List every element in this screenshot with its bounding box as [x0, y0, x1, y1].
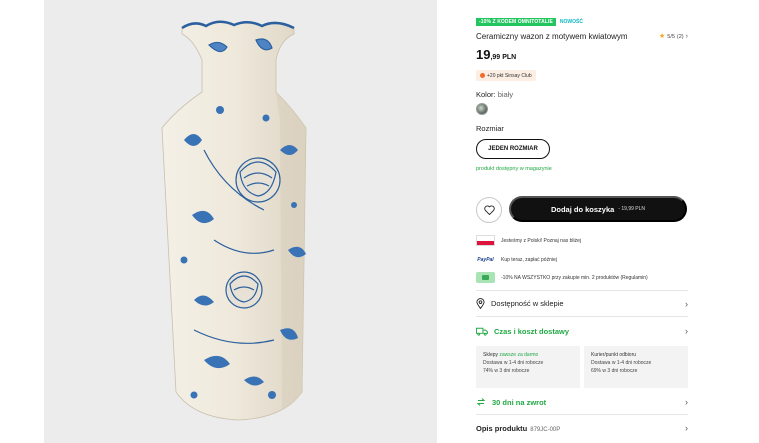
color-swatch[interactable] — [476, 103, 488, 115]
paypal-icon: PayPal — [477, 256, 494, 263]
star-icon: ★ — [658, 33, 666, 40]
location-pin-icon — [476, 298, 485, 309]
rating[interactable]: ★ 5/5 (2) › — [659, 33, 688, 40]
returns-row[interactable]: 30 dni na zwrot › — [476, 397, 688, 407]
price-integer: 19 — [476, 47, 491, 62]
stock-status: produkt dostępny w magazynie — [476, 166, 552, 172]
size-option-button[interactable]: JEDEN ROZMIAR — [476, 139, 550, 159]
add-to-cart-button[interactable]: Dodaj do koszyka - 19,99 PLN — [509, 196, 687, 222]
divider — [476, 316, 688, 317]
info-made-in[interactable]: Jesteśmy z Polski! Poznaj nas bliżej — [476, 235, 581, 246]
add-to-cart-price: - 19,99 PLN — [618, 206, 646, 212]
new-badge: NOWOŚĆ — [559, 19, 583, 25]
vase-illustration — [161, 20, 307, 421]
divider — [476, 414, 688, 415]
rating-value: 5/5 — [667, 33, 675, 40]
delivery-row[interactable]: Czas i koszt dostawy › — [476, 326, 688, 336]
add-to-cart-label: Dodaj do koszyka — [550, 204, 615, 214]
rating-count: (2) — [676, 33, 684, 40]
info-promo[interactable]: -10% NA WSZYSTKO przy zakupie min. 2 pro… — [476, 272, 648, 283]
chevron-right-icon: › — [685, 397, 688, 407]
add-to-wishlist-button[interactable] — [476, 197, 502, 223]
club-points-text: +20 pkt Sinsay Club — [487, 72, 532, 79]
price: 19 ,99 PLN — [476, 47, 516, 62]
return-arrows-icon — [476, 398, 486, 406]
poland-flag-icon — [476, 235, 495, 246]
promo-badge: -10% Z KODEM OMNITOTALIE — [476, 18, 556, 26]
product-panel: -10% Z KODEM OMNITOTALIE NOWOŚĆ Ceramicz… — [476, 0, 688, 443]
product-image[interactable] — [44, 0, 437, 443]
product-description-row[interactable]: Opis produktu 879JC-00P › — [476, 423, 688, 433]
club-icon — [480, 73, 485, 78]
delivery-options: Sklepy zawsze za darmo Dostawa w 1-4 dni… — [476, 346, 688, 388]
delivery-stores: Sklepy zawsze za darmo Dostawa w 1-4 dni… — [476, 346, 580, 388]
color-label: Kolor: biały — [476, 90, 514, 99]
returns-label: 30 dni na zwrot — [492, 397, 547, 407]
chevron-right-icon: › — [685, 423, 688, 433]
store-availability-label: Dostępność w sklepie — [491, 299, 564, 308]
title-row: Ceramiczny wazon z motywem kwiatowym ★ 5… — [476, 32, 688, 41]
size-label: Rozmiar — [476, 124, 504, 133]
chevron-right-icon: › — [685, 298, 688, 309]
product-code: 879JC-00P — [530, 426, 561, 433]
info-paypal: PayPal Kup teraz, zapłać później — [476, 254, 557, 265]
chevron-right-icon: › — [685, 33, 688, 40]
product-title: Ceramiczny wazon z motywem kwiatowym — [476, 32, 628, 41]
price-currency: PLN — [502, 54, 517, 61]
truck-icon — [476, 327, 488, 336]
price-decimal: ,99 — [490, 54, 501, 61]
club-points-badge: +20 pkt Sinsay Club — [476, 70, 536, 81]
store-availability-row[interactable]: Dostępność w sklepie › — [476, 298, 688, 309]
description-label: Opis produktu — [476, 423, 528, 433]
delivery-courier: Kurier/punkt odbioru Dostawa w 1-4 dni r… — [584, 346, 688, 388]
chevron-right-icon: › — [685, 326, 688, 336]
divider — [476, 290, 688, 291]
delivery-label: Czas i koszt dostawy — [494, 326, 570, 336]
color-value: biały — [497, 90, 514, 99]
heart-icon — [483, 205, 495, 215]
promo-tag-icon — [476, 272, 495, 283]
badges: -10% Z KODEM OMNITOTALIE NOWOŚĆ — [476, 18, 583, 26]
